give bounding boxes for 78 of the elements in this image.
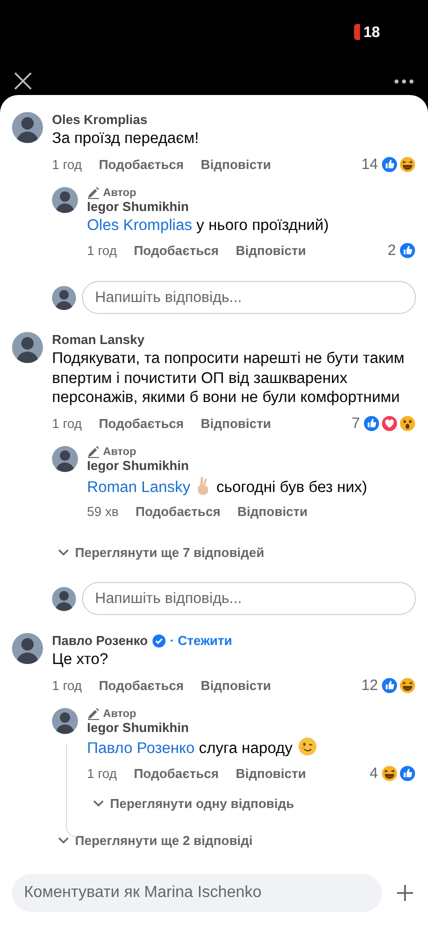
chevron-down-icon [58, 837, 69, 844]
view-replies-button[interactable]: Переглянути одну відповідь [93, 796, 416, 811]
laughing-reaction-icon [381, 765, 398, 782]
like-button[interactable]: Подобається [134, 243, 219, 258]
comment-author[interactable]: Roman Lansky [52, 332, 144, 347]
mention-link[interactable]: Roman Lansky [87, 478, 190, 496]
author-label: Автор [103, 708, 136, 720]
heart-reaction-icon [381, 414, 398, 432]
avatar [12, 332, 43, 363]
reply-author[interactable]: Iegor Shumikhin [87, 720, 416, 734]
comment-time: 59 хв [87, 504, 118, 519]
author-label: Автор [103, 186, 136, 198]
follow-link[interactable]: · Стежити [170, 633, 232, 648]
reply-button[interactable]: Відповісти [237, 504, 308, 519]
like-button[interactable]: Подобається [135, 504, 220, 519]
surprised-reaction-icon [399, 414, 416, 432]
like-reaction-icon [381, 676, 398, 694]
reaction-count: 4 [370, 765, 378, 782]
chevron-down-icon [93, 800, 104, 807]
view-replies-button[interactable]: Переглянути ще 2 відповіді [58, 833, 416, 848]
pencil-icon [87, 708, 100, 720]
view-replies-button[interactable]: Переглянути ще 7 відповідей [58, 545, 416, 560]
like-reaction-icon [399, 242, 416, 259]
comment-author[interactable]: Oles Kromplias [52, 112, 148, 127]
status-label: 18 [363, 24, 380, 40]
like-reaction-icon [381, 156, 398, 172]
avatar [12, 633, 43, 664]
mention-link[interactable]: Павло Розенко [87, 740, 195, 756]
comment-time: 1 год [52, 678, 82, 692]
reply-button[interactable]: Відповісти [200, 156, 271, 172]
comment-time: 1 год [52, 156, 82, 172]
reaction-count: 7 [352, 414, 360, 432]
mention-link[interactable]: Oles Kromplias [87, 216, 192, 234]
pencil-icon [87, 186, 100, 198]
winking-face-icon [298, 736, 317, 756]
avatar [12, 112, 43, 143]
reply-author[interactable]: Iegor Shumikhin [87, 198, 416, 214]
avatar [52, 186, 78, 212]
like-button[interactable]: Подобається [134, 766, 219, 781]
like-button[interactable]: Подобається [98, 678, 184, 692]
avatar [52, 708, 78, 734]
reply-text: у нього проїздний) [196, 216, 329, 234]
reply-button[interactable]: Відповісти [200, 678, 271, 692]
reaction-count: 14 [361, 156, 378, 172]
comment-text: За проїзд передаєм! [52, 129, 200, 148]
reply-text: слуга народу [198, 740, 293, 756]
chevron-down-icon [58, 549, 69, 556]
comment-text: Подякувати, та попросити нарешті не бути таким впертим і почистити ОП від зашкварених персонажів, якими б вони не були комфортними [52, 349, 406, 408]
avatar [52, 286, 76, 310]
like-reaction-icon [363, 414, 380, 432]
pencil-icon [87, 446, 100, 458]
comment-time: 1 год [52, 416, 82, 430]
reply-button[interactable]: Відповісти [200, 416, 271, 430]
close-icon[interactable] [14, 72, 32, 90]
reply-button[interactable]: Відповісти [236, 243, 306, 258]
comment-time: 1 год [87, 243, 117, 258]
reply-button[interactable]: Відповісти [236, 766, 306, 781]
laughing-reaction-icon [399, 156, 416, 172]
reply-field[interactable]: Напишіть відповідь... [82, 582, 416, 615]
reply-field[interactable]: Напишіть відповідь... [82, 281, 416, 314]
plus-icon[interactable] [396, 884, 414, 902]
reply-text: сьогодні був без них) [216, 478, 368, 496]
comment-author[interactable]: Павло Розенко [52, 633, 148, 648]
like-button[interactable]: Подобається [98, 156, 184, 172]
recording-indicator [354, 24, 360, 40]
more-icon[interactable] [394, 78, 414, 84]
author-label: Автор [103, 446, 136, 458]
reaction-count: 2 [388, 242, 396, 259]
comment-field[interactable]: Коментувати як Marina Ischenko [12, 874, 382, 912]
like-button[interactable]: Подобається [98, 416, 184, 430]
comment-text: Це хто? [52, 650, 110, 670]
reaction-count: 12 [361, 676, 378, 694]
laughing-reaction-icon [399, 676, 416, 694]
reply-author[interactable]: Iegor Shumikhin [87, 458, 416, 472]
comment-time: 1 год [87, 766, 117, 781]
avatar [52, 586, 76, 610]
like-reaction-icon [399, 765, 416, 782]
avatar [52, 446, 78, 472]
